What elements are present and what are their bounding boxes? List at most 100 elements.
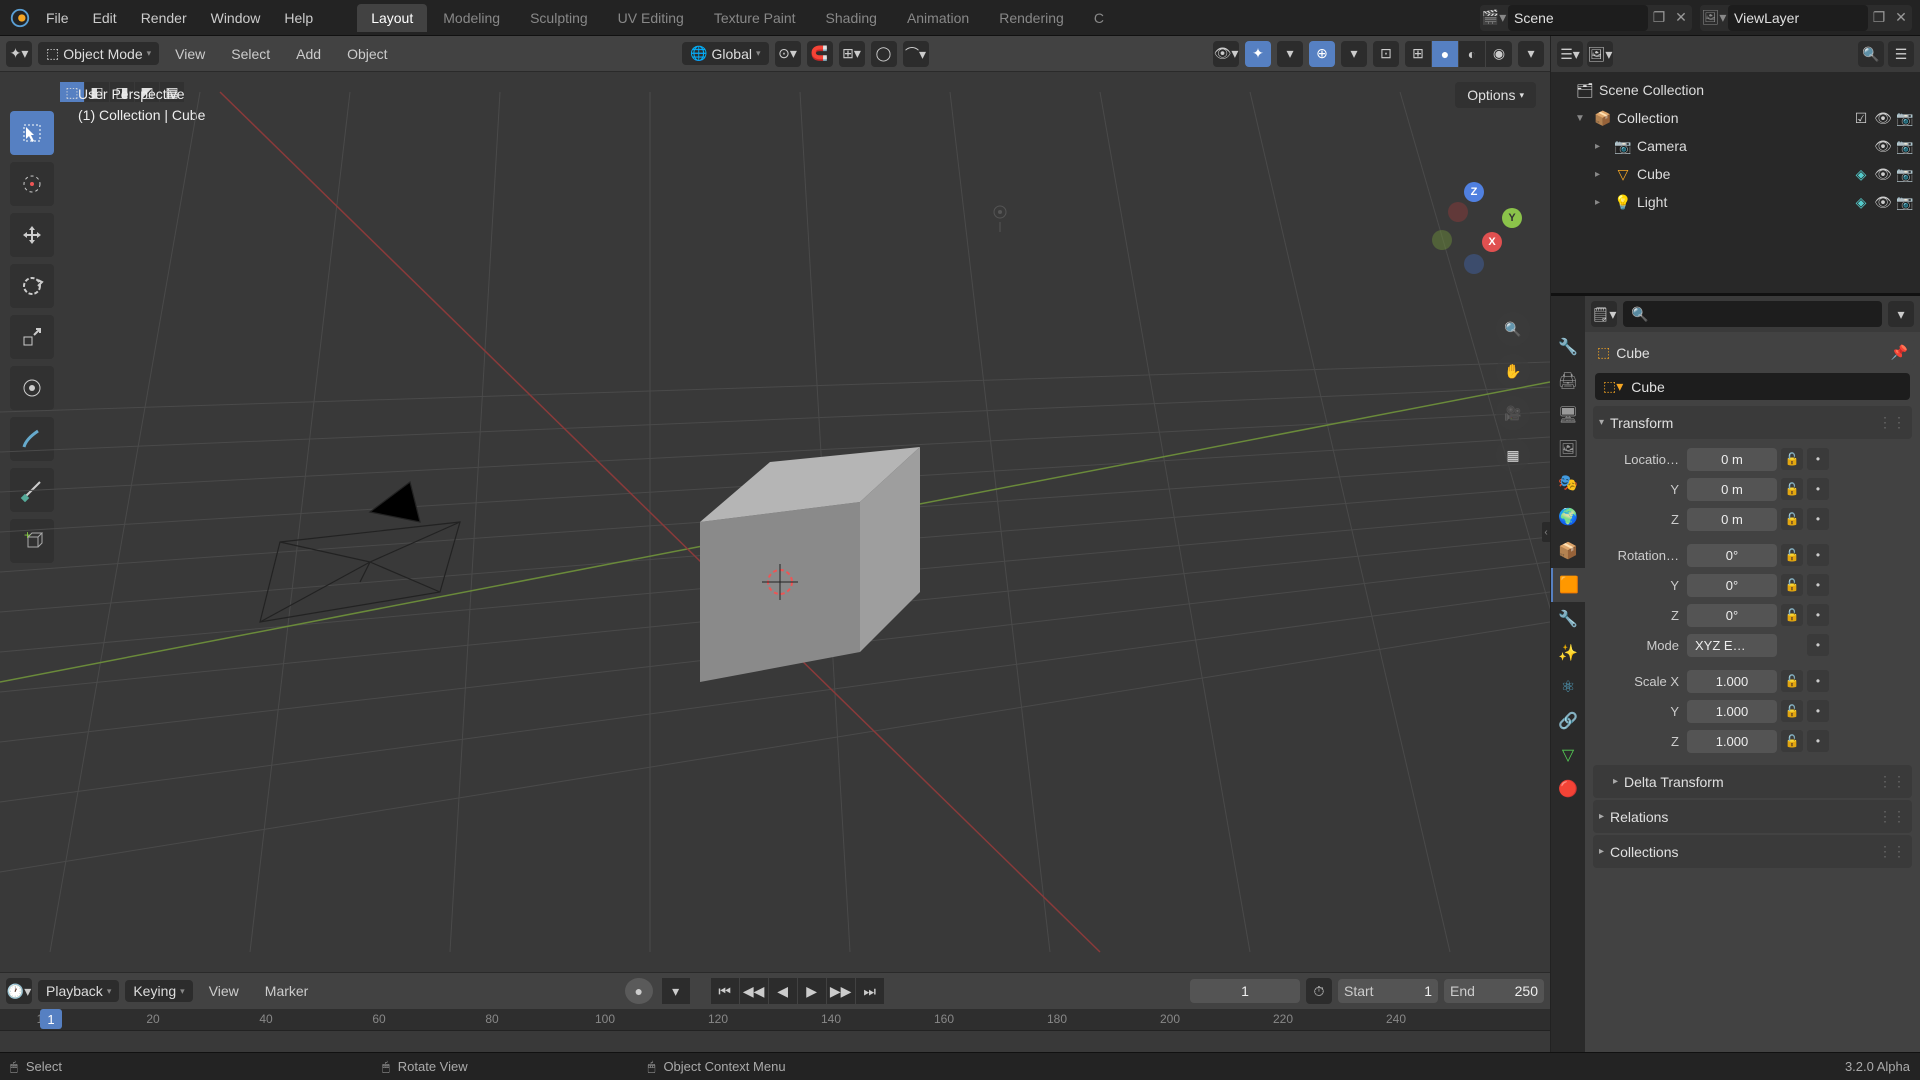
new-viewlayer-icon[interactable]: ❐ — [1868, 5, 1890, 31]
tab-texture-paint[interactable]: Texture Paint — [700, 4, 810, 32]
outliner-scene-collection[interactable]: 🗂 Scene Collection — [1551, 76, 1920, 104]
scene-selector[interactable]: 🎬▾ Scene ❐ ✕ — [1480, 5, 1692, 31]
lock-icon[interactable]: 🔓 — [1781, 670, 1803, 692]
vp-menu-object[interactable]: Object — [337, 42, 397, 66]
tool-rotate[interactable] — [10, 264, 54, 308]
vp-menu-select[interactable]: Select — [221, 42, 280, 66]
tab-render[interactable]: 🖨 — [1551, 364, 1585, 398]
timeline-view-menu[interactable]: View — [199, 979, 249, 1003]
props-editor-type-icon[interactable]: 🗒▾ — [1591, 301, 1617, 327]
play-reverse-icon[interactable]: ◀ — [769, 978, 797, 1004]
timeline-ruler[interactable]: 120406080100120140160180200220240 — [0, 1009, 1550, 1031]
timeline-editor-type-icon[interactable]: 🕐▾ — [6, 978, 32, 1004]
scale-x-field[interactable]: 1.000 — [1687, 670, 1777, 693]
panel-header-collections[interactable]: ▸Collections⋮⋮ — [1593, 835, 1912, 868]
jump-end-icon[interactable]: ⏭ — [856, 978, 884, 1004]
menu-file[interactable]: File — [36, 6, 79, 30]
shading-options[interactable]: ▾ — [1518, 41, 1544, 67]
lock-icon[interactable]: 🔓 — [1781, 700, 1803, 722]
tab-world[interactable]: 🌍 — [1551, 500, 1585, 534]
menu-render[interactable]: Render — [131, 6, 197, 30]
keyframe-dot-icon[interactable]: • — [1807, 634, 1829, 656]
disclosure-icon[interactable]: ▸ — [1595, 169, 1609, 180]
auto-keyframe-options[interactable]: ▾ — [662, 978, 690, 1004]
axis-y[interactable]: Y — [1502, 208, 1522, 228]
shading-rendered[interactable]: ◉ — [1486, 41, 1512, 67]
auto-keyframe-toggle[interactable]: ● — [625, 978, 653, 1004]
eye-icon[interactable]: 👁 — [1874, 138, 1892, 155]
outliner-type-icon[interactable]: ☰▾ — [1557, 41, 1583, 67]
blender-logo-icon[interactable] — [8, 6, 32, 30]
overlay-toggle[interactable]: ⊕ — [1309, 41, 1335, 67]
tool-select-box[interactable] — [10, 111, 54, 155]
disclosure-icon[interactable]: ▼ — [1575, 113, 1589, 124]
xray-toggle[interactable]: ⊡ — [1373, 41, 1399, 67]
3d-viewport[interactable]: ⬚ ◧ ◨ ◩ ▦ + User P — [0, 72, 1550, 972]
location-z-field[interactable]: 0 m — [1687, 508, 1777, 531]
tool-move[interactable] — [10, 213, 54, 257]
tab-more[interactable]: C — [1080, 4, 1118, 32]
outliner-tree[interactable]: 🗂 Scene Collection ▼ 📦 Collection ☑ 👁 📷 … — [1551, 72, 1920, 220]
drag-icon[interactable]: ⋮⋮ — [1878, 808, 1906, 825]
pan-icon[interactable]: ✋ — [1496, 354, 1530, 388]
axis-neg-x[interactable] — [1448, 202, 1468, 222]
shading-material[interactable]: ◐ — [1459, 41, 1485, 67]
keyframe-dot-icon[interactable]: • — [1807, 544, 1829, 566]
zoom-icon[interactable]: 🔍 — [1496, 312, 1530, 346]
camera-icon[interactable]: 📷 — [1896, 194, 1914, 211]
start-frame-field[interactable]: Start1 — [1338, 979, 1438, 1003]
selectable-icon[interactable]: ◈ — [1852, 194, 1870, 211]
vp-menu-add[interactable]: Add — [286, 42, 331, 66]
tab-modifiers[interactable]: 🔧 — [1551, 602, 1585, 636]
tab-object[interactable]: 🟧 — [1551, 568, 1585, 602]
axis-neg-z[interactable] — [1464, 254, 1484, 274]
keyframe-dot-icon[interactable]: • — [1807, 508, 1829, 530]
tool-measure[interactable] — [10, 468, 54, 512]
tool-annotate[interactable] — [10, 417, 54, 461]
tab-sculpting[interactable]: Sculpting — [516, 4, 602, 32]
timeline-marker-menu[interactable]: Marker — [255, 979, 319, 1003]
editor-type-icon[interactable]: ✦▾ — [6, 41, 32, 67]
proportional-edit-toggle[interactable]: ◯ — [871, 41, 897, 67]
new-scene-icon[interactable]: ❐ — [1648, 5, 1670, 31]
eye-icon[interactable]: 👁 — [1874, 110, 1892, 127]
tab-collection[interactable]: 📦 — [1551, 534, 1585, 568]
playback-menu[interactable]: Playback▾ — [38, 980, 119, 1002]
tab-scene[interactable]: 🎭 — [1551, 466, 1585, 500]
panel-header-relations[interactable]: ▸Relations⋮⋮ — [1593, 800, 1912, 833]
tab-animation[interactable]: Animation — [893, 4, 983, 32]
snap-toggle[interactable]: 🧲 — [807, 41, 833, 67]
shading-wireframe[interactable]: ⊞ — [1405, 41, 1431, 67]
current-frame-field[interactable]: 1 — [1190, 979, 1300, 1003]
play-icon[interactable]: ▶ — [798, 978, 826, 1004]
viewlayer-selector[interactable]: 🖼▾ ViewLayer ❐ ✕ — [1700, 5, 1912, 31]
outliner-item[interactable]: ▸📷Camera👁📷 — [1551, 132, 1920, 160]
tab-output[interactable]: 🖥 — [1551, 398, 1585, 432]
proportional-falloff[interactable]: ⌒▾ — [903, 41, 929, 67]
delete-scene-icon[interactable]: ✕ — [1670, 5, 1692, 31]
rotation-mode-dropdown[interactable]: XYZ E… — [1687, 634, 1777, 657]
orientation-dropdown[interactable]: 🌐 Global ▾ — [682, 42, 768, 65]
tab-uv-editing[interactable]: UV Editing — [604, 4, 698, 32]
end-frame-field[interactable]: End250 — [1444, 979, 1544, 1003]
pin-icon[interactable]: 📌 — [1891, 344, 1908, 361]
location-x-field[interactable]: 0 m — [1687, 448, 1777, 471]
checkbox-icon[interactable]: ☑ — [1852, 110, 1870, 127]
tool-transform[interactable] — [10, 366, 54, 410]
outliner-search-icon[interactable]: 🔍 — [1858, 41, 1884, 67]
lock-icon[interactable]: 🔓 — [1781, 574, 1803, 596]
disclosure-icon[interactable]: ▸ — [1595, 141, 1609, 152]
timeline-track[interactable]: 120406080100120140160180200220240 1 — [0, 1009, 1550, 1052]
lock-icon[interactable]: 🔓 — [1781, 604, 1803, 626]
tool-cursor[interactable] — [10, 162, 54, 206]
tab-shading[interactable]: Shading — [812, 4, 891, 32]
display-mode-icon[interactable]: 🖼▾ — [1587, 41, 1613, 67]
jump-start-icon[interactable]: ⏮ — [711, 978, 739, 1004]
camera-icon[interactable]: 📷 — [1896, 110, 1914, 127]
axis-z[interactable]: Z — [1464, 182, 1484, 202]
tab-physics[interactable]: ⚛ — [1551, 670, 1585, 704]
drag-icon[interactable]: ⋮⋮ — [1878, 773, 1906, 790]
lock-icon[interactable]: 🔓 — [1781, 508, 1803, 530]
outliner-item[interactable]: ▸💡Light◈👁📷 — [1551, 188, 1920, 216]
rotation-x-field[interactable]: 0° — [1687, 544, 1777, 567]
